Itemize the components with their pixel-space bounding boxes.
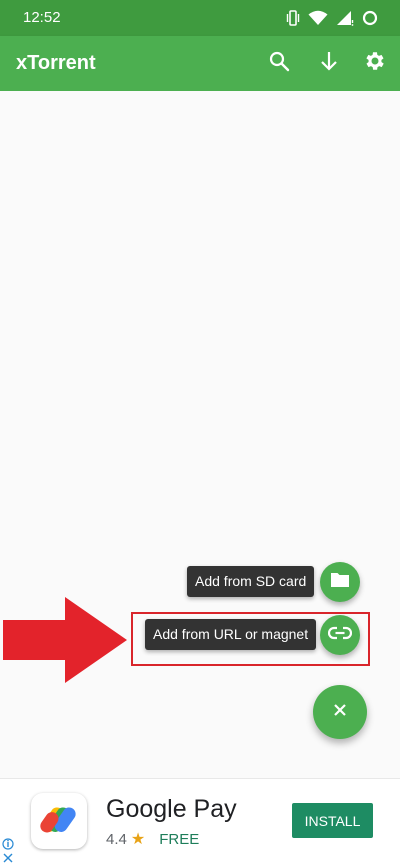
app-title: xTorrent [16, 52, 96, 74]
ad-app-name[interactable]: Google Pay [106, 795, 237, 824]
settings-button[interactable] [362, 50, 388, 76]
signal-icon [336, 10, 354, 26]
install-button[interactable]: INSTALL [292, 803, 373, 838]
star-icon: ★ [130, 831, 146, 848]
battery-ring-icon [362, 10, 378, 26]
red-arrow-annotation [3, 597, 131, 688]
search-icon [268, 50, 290, 77]
highlight-box [131, 612, 370, 666]
close-icon [333, 703, 347, 722]
search-button[interactable] [266, 50, 292, 76]
ad-choices-icon[interactable] [2, 837, 14, 865]
wifi-icon [308, 10, 328, 26]
add-from-sd-card-label[interactable]: Add from SD card [187, 566, 315, 597]
status-time: 12:52 [23, 9, 61, 26]
vibrate-icon [286, 10, 300, 26]
speed-dial-close-button[interactable] [313, 685, 367, 739]
gear-icon [363, 49, 387, 78]
downloads-button[interactable] [316, 50, 342, 76]
arrow-down-icon [318, 50, 340, 77]
google-pay-app-icon[interactable] [31, 793, 87, 849]
status-icons [286, 8, 378, 28]
ad-rating-row: 4.4 ★ FREE [106, 829, 199, 849]
screen: 12:52 xTorrent Add from SD card Add from… [0, 0, 400, 866]
ad-rating: 4.4 [106, 830, 127, 848]
add-from-sd-card-button[interactable] [320, 562, 360, 602]
status-bar: 12:52 [0, 0, 400, 36]
ad-banner[interactable]: Google Pay 4.4 ★ FREE INSTALL [0, 778, 400, 866]
ad-price: FREE [159, 830, 200, 848]
folder-icon [330, 571, 350, 593]
app-bar: xTorrent [0, 36, 400, 91]
